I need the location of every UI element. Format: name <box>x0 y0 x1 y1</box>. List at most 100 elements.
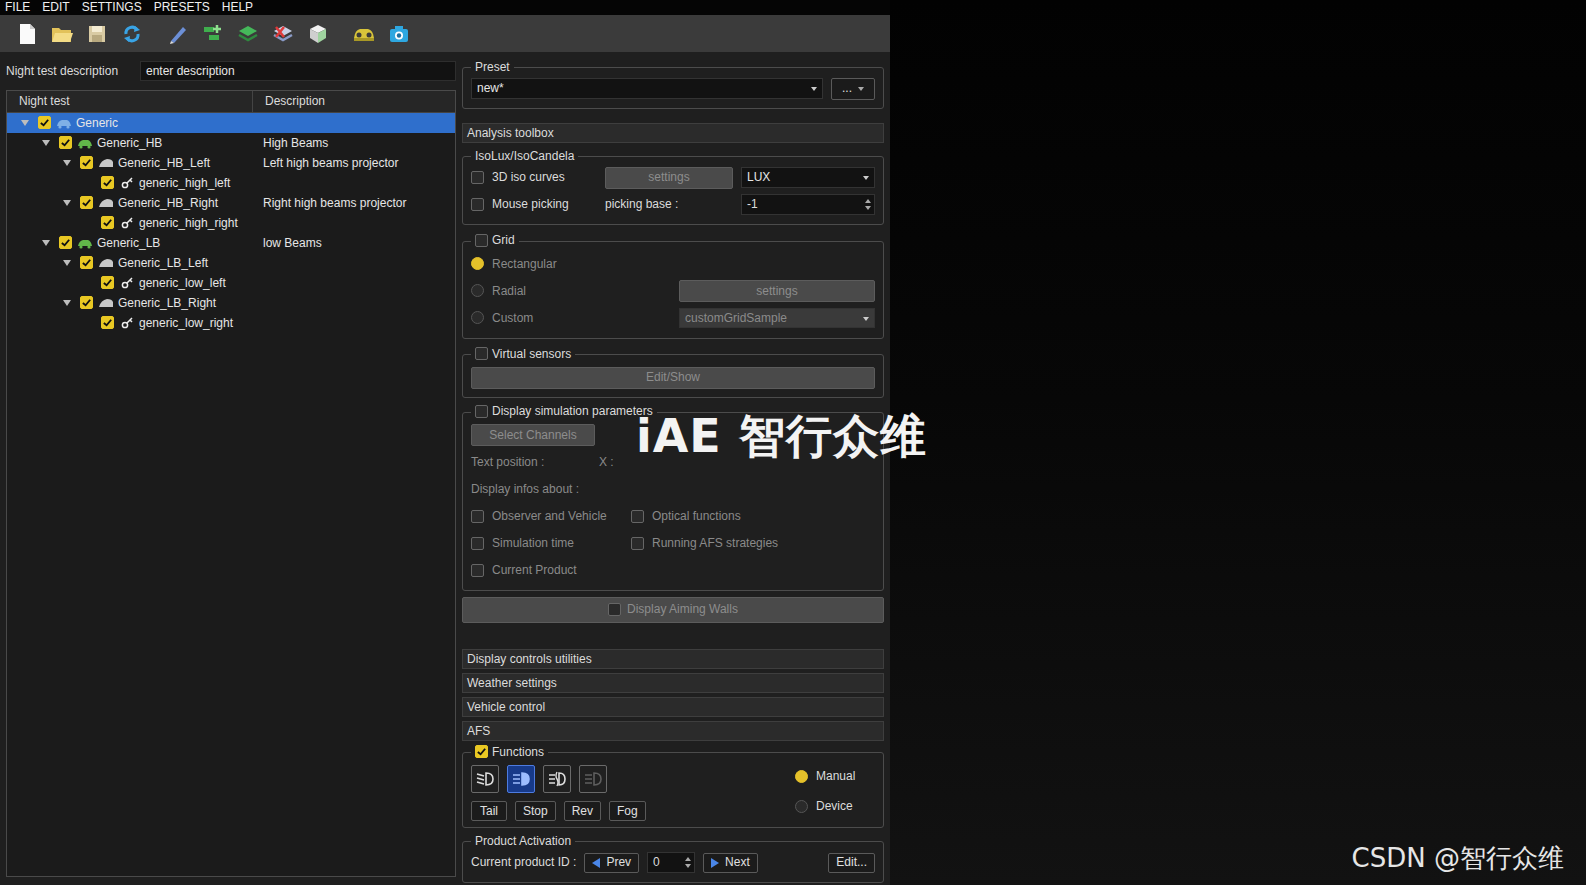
tree-row[interactable]: generic_low_left <box>7 273 455 293</box>
menu-item[interactable]: SETTINGS <box>82 0 142 15</box>
function-button[interactable] <box>507 765 535 793</box>
tree-item-name[interactable]: generic_high_left <box>139 176 230 190</box>
new-file-button[interactable] <box>12 19 42 49</box>
tree-row[interactable]: generic_high_left <box>7 173 455 193</box>
checkbox[interactable] <box>471 564 484 577</box>
add-tree-button[interactable] <box>198 19 228 49</box>
info-option[interactable]: Current Product <box>471 557 631 584</box>
tree-item-name[interactable]: Generic_LB_Right <box>118 296 216 310</box>
menu-item[interactable]: EDIT <box>42 0 69 15</box>
checkbox[interactable] <box>475 234 488 247</box>
iso-curves-option[interactable]: 3D iso curves <box>471 170 597 184</box>
aiming-walls-button[interactable]: Display Aiming Walls <box>462 597 884 623</box>
spin-arrows-icon[interactable] <box>682 853 694 871</box>
up-arrow-icon[interactable] <box>685 857 691 861</box>
checkbox[interactable] <box>59 236 72 249</box>
description-field[interactable]: enter description <box>140 61 456 81</box>
tree-row[interactable]: Generic <box>7 113 455 133</box>
expand-arrow-icon[interactable] <box>40 137 52 149</box>
section-header[interactable]: Weather settings <box>462 673 884 693</box>
checkbox[interactable] <box>80 156 93 169</box>
unit-select[interactable]: LUX <box>741 167 875 187</box>
tree-row[interactable]: generic_low_right <box>7 313 455 333</box>
checkbox[interactable] <box>80 196 93 209</box>
tree-item-name[interactable]: Generic <box>76 116 118 130</box>
select-channels-button[interactable]: Select Channels <box>471 424 595 446</box>
tree-row[interactable]: Generic_HBHigh Beams <box>7 133 455 153</box>
expand-arrow-icon[interactable] <box>61 297 73 309</box>
car-lights-button[interactable] <box>349 19 379 49</box>
edit-show-button[interactable]: Edit/Show <box>471 367 875 389</box>
tree-item-name[interactable]: Generic_HB <box>97 136 162 150</box>
mode-label[interactable]: Manual <box>816 769 855 783</box>
expand-arrow-icon[interactable] <box>61 157 73 169</box>
radio-button[interactable] <box>795 800 808 813</box>
tree-item-name[interactable]: Generic_LB_Left <box>118 256 208 270</box>
expand-arrow-icon[interactable] <box>40 237 52 249</box>
radio-button[interactable] <box>471 284 484 297</box>
checkbox[interactable] <box>101 176 114 189</box>
iso-settings-button[interactable]: settings <box>605 167 733 189</box>
custom-grid-select[interactable]: customGridSample <box>679 308 875 328</box>
edit-product-button[interactable]: Edit... <box>828 853 875 873</box>
info-option[interactable]: Observer and Vehicle <box>471 503 631 530</box>
product-id-spinner-value[interactable]: 0 <box>648 853 682 871</box>
info-option[interactable]: Simulation time <box>471 530 631 557</box>
grid-label[interactable]: Grid <box>492 233 515 247</box>
column-header[interactable]: Night test <box>7 91 253 112</box>
prev-button[interactable]: Prev <box>584 853 639 873</box>
checkbox[interactable] <box>475 347 488 360</box>
preset-select[interactable]: new* <box>471 78 823 98</box>
checkbox[interactable] <box>608 603 621 616</box>
expand-arrow-icon[interactable] <box>61 197 73 209</box>
mode-option[interactable]: Device <box>795 799 875 813</box>
menu-item[interactable]: FILE <box>5 0 30 15</box>
night-scene-view[interactable] <box>890 0 1586 885</box>
checkbox[interactable] <box>631 537 644 550</box>
preset-menu-button[interactable]: ... <box>831 78 875 100</box>
next-button[interactable]: Next <box>703 853 758 873</box>
picking-base-spinner[interactable]: -1 <box>741 194 875 214</box>
checkbox[interactable] <box>80 256 93 269</box>
mode-option[interactable]: Manual <box>795 769 875 783</box>
tree-row[interactable]: generic_high_right <box>7 213 455 233</box>
section-header[interactable]: Display controls utilities <box>462 649 884 669</box>
export-button[interactable] <box>303 19 333 49</box>
checkbox[interactable] <box>475 745 488 758</box>
grid-option[interactable]: Custom <box>471 311 533 325</box>
tree-item-name[interactable]: generic_low_right <box>139 316 233 330</box>
checkbox[interactable] <box>80 296 93 309</box>
checkbox[interactable] <box>471 510 484 523</box>
tree-row[interactable]: Generic_LBlow Beams <box>7 233 455 253</box>
description-value[interactable]: enter description <box>146 64 235 78</box>
light-button[interactable]: Rev <box>564 801 601 821</box>
menu-item[interactable]: HELP <box>222 0 253 15</box>
info-option-label[interactable]: Observer and Vehicle <box>492 509 607 523</box>
expand-arrow-icon[interactable] <box>61 257 73 269</box>
grid-option[interactable]: Radial <box>471 284 526 298</box>
info-option[interactable]: Running AFS strategies <box>631 530 875 557</box>
tree-row[interactable]: Generic_HB_RightRight high beams project… <box>7 193 455 213</box>
column-header[interactable]: Description <box>253 91 455 112</box>
checkbox[interactable] <box>475 405 488 418</box>
function-button[interactable] <box>543 765 571 793</box>
grid-option-label[interactable]: Rectangular <box>492 257 557 271</box>
analysis-toolbox-header[interactable]: Analysis toolbox <box>462 123 884 143</box>
radial-settings-button[interactable]: settings <box>679 280 875 302</box>
function-button[interactable] <box>471 765 499 793</box>
iso-curves-label[interactable]: 3D iso curves <box>492 170 565 184</box>
save-button[interactable] <box>82 19 112 49</box>
menu-item[interactable]: PRESETS <box>154 0 210 15</box>
tree-item-name[interactable]: Generic_LB <box>97 236 160 250</box>
up-arrow-icon[interactable] <box>865 199 871 203</box>
radio-button[interactable] <box>471 257 484 270</box>
checkbox[interactable] <box>471 198 484 211</box>
info-option[interactable]: Optical functions <box>631 503 875 530</box>
section-header[interactable]: AFS <box>462 721 884 741</box>
checkbox[interactable] <box>101 216 114 229</box>
checkbox[interactable] <box>59 136 72 149</box>
grid-option-label[interactable]: Custom <box>492 311 533 325</box>
add-layer-button[interactable] <box>233 19 263 49</box>
down-arrow-icon[interactable] <box>865 206 871 210</box>
function-button[interactable] <box>579 765 607 793</box>
